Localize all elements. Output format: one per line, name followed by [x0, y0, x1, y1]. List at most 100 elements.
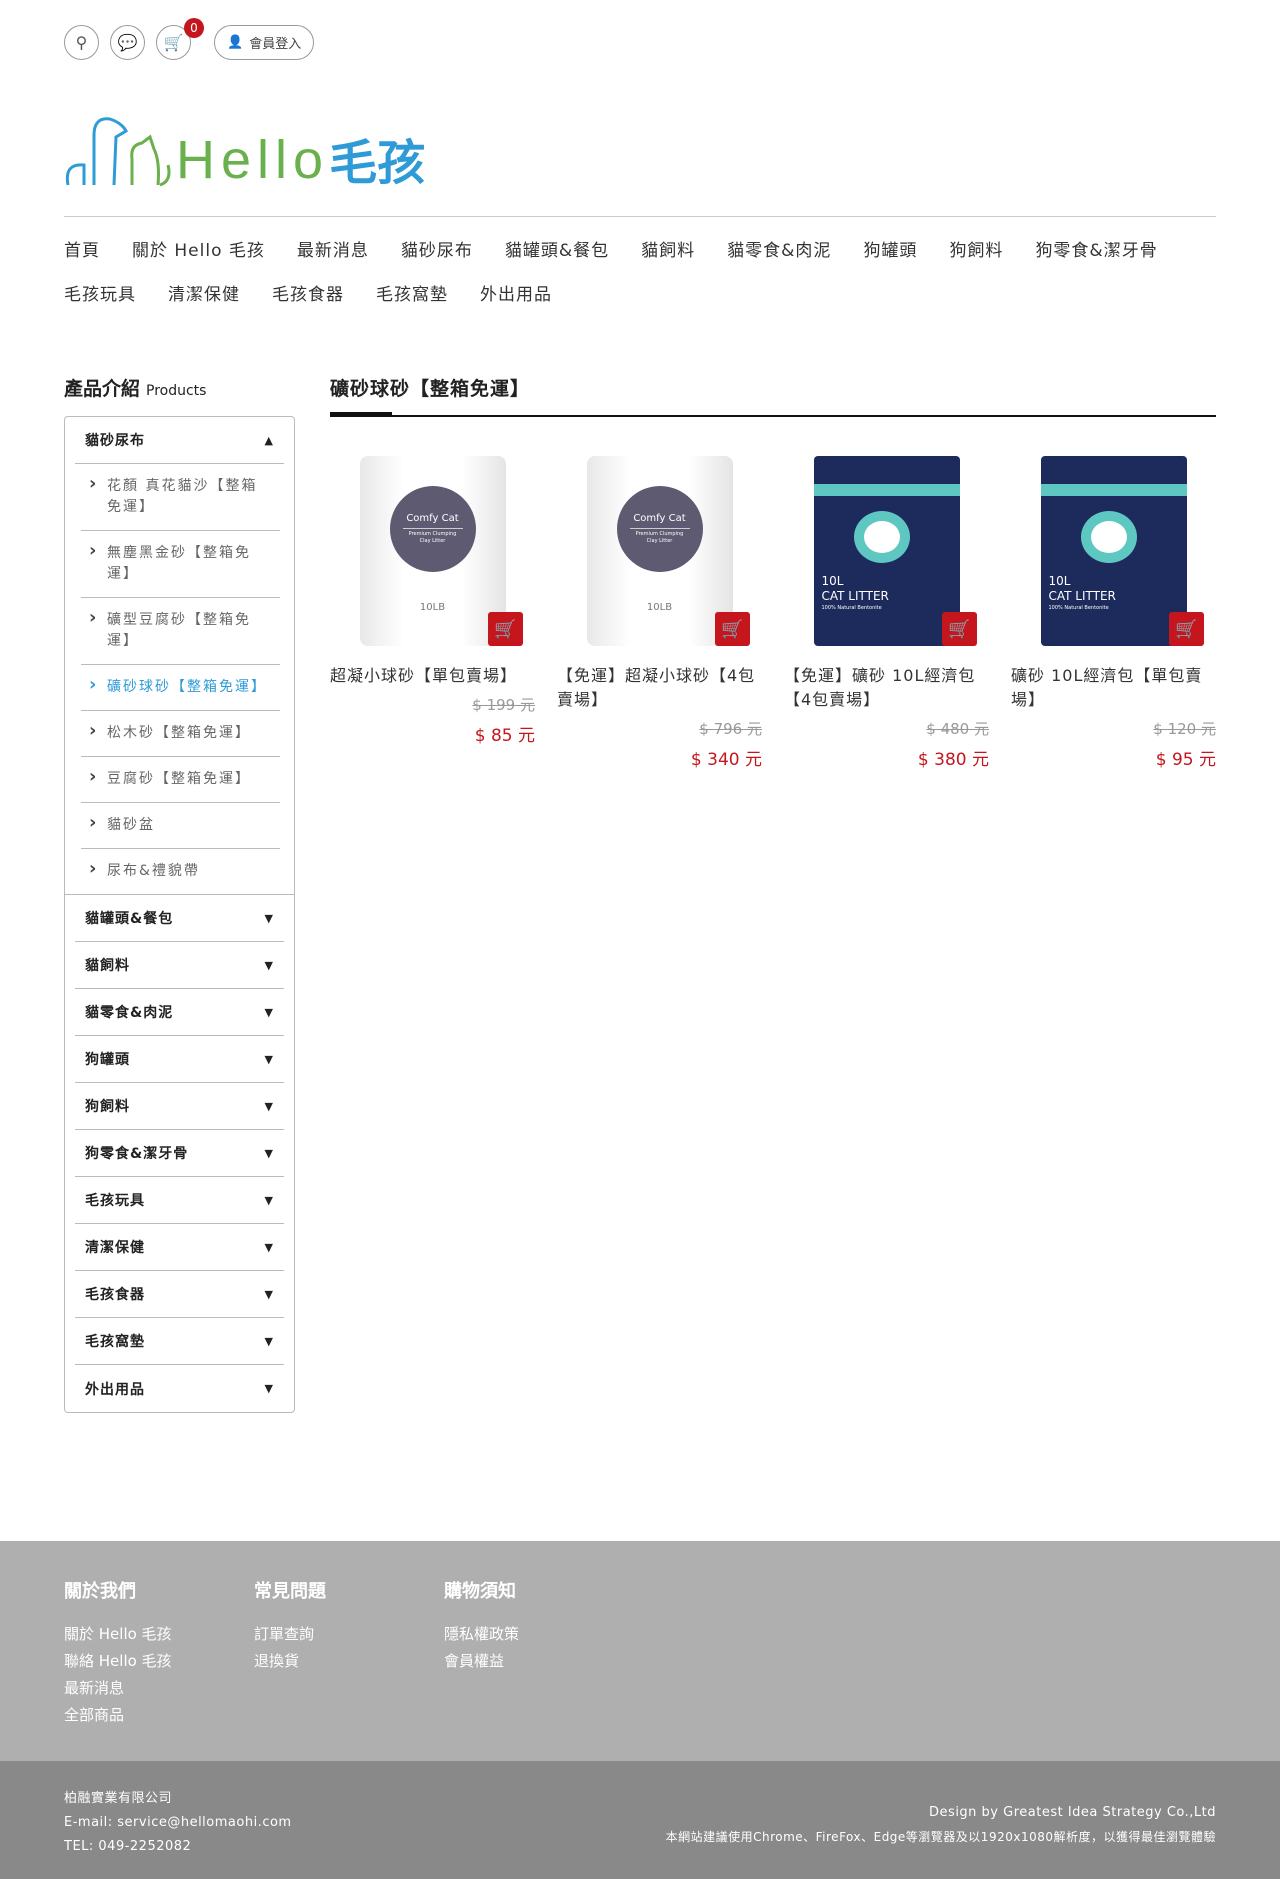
product-card[interactable]: Comfy Cat Premium Clumping Clay Litter 10L… [330, 450, 535, 770]
nav-item[interactable]: 狗飼料 [949, 236, 1003, 261]
bag-subtitle: Premium Clumping Clay Litter [402, 528, 463, 545]
chat-button[interactable]: 💬 [110, 25, 145, 60]
footer-column: 關於我們關於 Hello 毛孩 聯絡 Hello 毛孩 最新消息 全部商品 [64, 1577, 172, 1729]
sale-price: $ 85 元 [474, 726, 535, 746]
browser-note: 本網站建議使用Chrome、FireFox、Edge等瀏覽器及以1920x108… [665, 1830, 1216, 1844]
chevron-down-icon: ▼ [264, 1193, 274, 1207]
subcategory-item[interactable]: 松木砂【整箱免運】 [81, 711, 280, 757]
category-item[interactable]: 外出用品 ▼ [75, 1365, 284, 1412]
cart-icon: 🛒 [494, 618, 517, 640]
nav-item[interactable]: 毛孩窩墊 [376, 280, 448, 305]
search-icon: ⚲ [75, 33, 88, 52]
footer-link[interactable]: 全部商品 [64, 1702, 172, 1729]
chevron-down-icon: ▼ [264, 911, 274, 925]
footer-link[interactable]: 最新消息 [64, 1675, 172, 1702]
category-label: 毛孩窩墊 [85, 1334, 145, 1350]
nav-item[interactable]: 狗零食&潔牙骨 [1035, 236, 1157, 261]
divider [64, 216, 1216, 217]
footer-column-title: 常見問題 [254, 1581, 326, 1602]
category-label: 清潔保健 [85, 1240, 145, 1256]
category-item[interactable]: 狗罐頭 ▼ [75, 1036, 284, 1083]
subcategory-list: 花顏 真花貓沙【整箱免運】無塵黑金砂【整箱免運】礦型豆腐砂【整箱免運】礦砂球砂【… [65, 464, 294, 895]
category-item[interactable]: 毛孩玩具 ▼ [75, 1177, 284, 1224]
nav-item[interactable]: 最新消息 [297, 236, 369, 261]
category-cat-litter[interactable]: 貓砂尿布 ▲ [75, 417, 284, 464]
nav-item[interactable]: 貓砂尿布 [401, 236, 473, 261]
product-name[interactable]: 礦砂 10L經濟包【單包賣場】 [1011, 664, 1216, 712]
cart-icon: 🛒 [948, 618, 971, 640]
cart-button[interactable]: 🛒 0 [156, 18, 204, 60]
subcategory-item[interactable]: 貓砂盆 [81, 803, 280, 849]
footer-link[interactable]: 聯絡 Hello 毛孩 [64, 1648, 172, 1675]
sale-price: $ 95 元 [1155, 750, 1216, 770]
bag-label: Comfy Cat Premium Clumping Clay Litter [389, 486, 476, 572]
cat-litter-bag-image: 10L CAT LITTER 100% Natural Bentonite [1040, 456, 1187, 646]
category-item[interactable]: 貓罐頭&餐包 ▼ [75, 895, 284, 942]
chevron-down-icon: ▼ [264, 958, 274, 972]
add-to-cart-button[interactable]: 🛒 [1169, 612, 1204, 646]
footer-link[interactable]: 訂單查詢 [254, 1621, 326, 1648]
login-button[interactable]: 👤 會員登入 [214, 25, 315, 60]
category-label: 狗罐頭 [85, 1052, 130, 1068]
bag-subtitle: 100% Natural Bentonite [821, 605, 882, 611]
chat-icon: 💬 [117, 33, 138, 52]
bag-volume: 10L [1048, 574, 1071, 588]
search-button[interactable]: ⚲ [64, 25, 99, 60]
subcategory-item[interactable]: 尿布&禮貌帶 [81, 849, 280, 894]
product-name[interactable]: 【免運】礦砂 10L經濟包【4包賣場】 [784, 664, 989, 712]
nav-item[interactable]: 毛孩玩具 [64, 280, 136, 305]
nav-item[interactable]: 首頁 [64, 236, 100, 261]
footer-link[interactable]: 會員權益 [444, 1648, 519, 1675]
category-label: 外出用品 [85, 1381, 145, 1398]
product-card[interactable]: 10L CAT LITTER 100% Natural Bentonite 🛒 【免運】… [784, 450, 989, 770]
product-image[interactable]: 10L CAT LITTER 100% Natural Bentonite 🛒 [1011, 450, 1216, 650]
product-image[interactable]: Comfy Cat Premium Clumping Clay Litter 10L… [330, 450, 535, 650]
nav-item[interactable]: 貓零食&肉泥 [727, 236, 831, 261]
nav-item[interactable]: 貓飼料 [641, 236, 695, 261]
logo[interactable]: Hello 毛孩 [64, 115, 425, 187]
footer-link[interactable]: 隱私權政策 [444, 1621, 519, 1648]
email[interactable]: E-mail: service@hellomaohi.com [64, 1811, 292, 1835]
subcategory-item[interactable]: 無塵黑金砂【整箱免運】 [81, 531, 280, 598]
category-item[interactable]: 貓零食&肉泥 ▼ [75, 989, 284, 1036]
nav-item[interactable]: 貓罐頭&餐包 [505, 236, 609, 261]
original-price: $ 480 元 [926, 720, 989, 738]
nav-item[interactable]: 清潔保健 [168, 280, 240, 305]
nav-item[interactable]: 關於 Hello 毛孩 [132, 236, 265, 261]
add-to-cart-button[interactable]: 🛒 [488, 612, 523, 646]
subcategory-item[interactable]: 花顏 真花貓沙【整箱免運】 [81, 464, 280, 531]
add-to-cart-button[interactable]: 🛒 [942, 612, 977, 646]
original-price: $ 120 元 [1153, 720, 1216, 738]
category-item[interactable]: 貓飼料 ▼ [75, 942, 284, 989]
nav-item[interactable]: 外出用品 [480, 280, 552, 305]
cart-icon: 🛒 [163, 33, 184, 52]
nav-item[interactable]: 狗罐頭 [863, 236, 917, 261]
nav-item[interactable]: 毛孩食器 [272, 280, 344, 305]
sale-price: $ 380 元 [917, 750, 989, 770]
product-name[interactable]: 超凝小球砂【單包賣場】 [330, 664, 535, 688]
subcategory-item[interactable]: 礦砂球砂【整箱免運】 [81, 665, 280, 711]
product-image[interactable]: Comfy Cat Premium Clumping Clay Litter 10L… [557, 450, 762, 650]
footer-link[interactable]: 退換貨 [254, 1648, 326, 1675]
category-item[interactable]: 狗飼料 ▼ [75, 1083, 284, 1130]
category-item[interactable]: 狗零食&潔牙骨 ▼ [75, 1130, 284, 1177]
subcategory-item[interactable]: 豆腐砂【整箱免運】 [81, 757, 280, 803]
product-image[interactable]: 10L CAT LITTER 100% Natural Bentonite 🛒 [784, 450, 989, 650]
add-to-cart-button[interactable]: 🛒 [715, 612, 750, 646]
category-item[interactable]: 毛孩食器 ▼ [75, 1271, 284, 1318]
chevron-down-icon: ▼ [264, 1334, 274, 1348]
bag-volume: 10L [821, 574, 844, 588]
footer-link[interactable]: 關於 Hello 毛孩 [64, 1621, 172, 1648]
category-item[interactable]: 清潔保健 ▼ [75, 1224, 284, 1271]
footer-column-title: 關於我們 [64, 1581, 136, 1602]
category-item[interactable]: 毛孩窩墊 ▼ [75, 1318, 284, 1365]
chevron-down-icon: ▼ [264, 1287, 274, 1301]
subcategory-item[interactable]: 礦型豆腐砂【整箱免運】 [81, 598, 280, 665]
product-name[interactable]: 【免運】超凝小球砂【4包賣場】 [557, 664, 762, 712]
phone: TEL: 049-2252082 [64, 1839, 192, 1854]
category-label: 貓罐頭&餐包 [85, 911, 174, 927]
product-card[interactable]: Comfy Cat Premium Clumping Clay Litter 10L… [557, 450, 762, 770]
bag-title: CAT LITTER [1048, 589, 1116, 603]
bag-band [813, 484, 960, 496]
product-card[interactable]: 10L CAT LITTER 100% Natural Bentonite 🛒 礦砂 1… [1011, 450, 1216, 770]
